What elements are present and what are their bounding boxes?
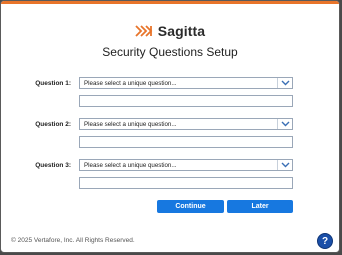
- question-2-answer-input[interactable]: [79, 136, 293, 148]
- later-button[interactable]: Later: [227, 200, 293, 213]
- question-2-select[interactable]: Please select a unique question...: [79, 118, 293, 130]
- accent-bar: [1, 1, 339, 4]
- question-2-select-value: Please select a unique question...: [84, 120, 177, 128]
- help-icon[interactable]: ?: [317, 233, 333, 249]
- continue-button[interactable]: Continue: [157, 200, 224, 213]
- question-2-label: Question 2:: [35, 121, 71, 128]
- security-questions-dialog: Sagitta Security Questions Setup Questio…: [0, 0, 340, 253]
- question-3-select-value: Please select a unique question...: [84, 161, 177, 169]
- question-1-label: Question 1:: [35, 80, 71, 87]
- brand-logo: Sagitta: [1, 22, 339, 40]
- question-1-answer-input[interactable]: [79, 95, 293, 107]
- sagitta-logo-icon: [135, 25, 153, 37]
- question-3-select[interactable]: Please select a unique question...: [79, 159, 293, 171]
- question-1-select[interactable]: Please select a unique question...: [79, 77, 293, 89]
- chevron-down-icon[interactable]: [277, 119, 292, 129]
- page-title: Security Questions Setup: [102, 45, 238, 59]
- question-1-select-value: Please select a unique question...: [84, 79, 177, 87]
- question-3-label: Question 3:: [35, 162, 71, 169]
- chevron-down-icon[interactable]: [277, 160, 292, 170]
- chevron-down-icon[interactable]: [277, 78, 292, 88]
- question-3-answer-input[interactable]: [79, 177, 293, 189]
- copyright-footer: © 2025 Vertafore, Inc. All Rights Reserv…: [11, 237, 135, 244]
- brand-name: Sagitta: [157, 23, 206, 39]
